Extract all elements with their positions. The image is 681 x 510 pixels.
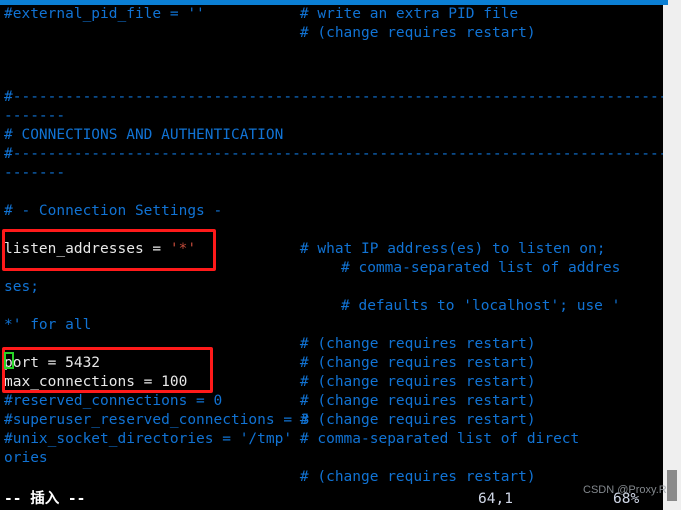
editor-line: ------- xyxy=(4,108,66,124)
editor-line: ories xyxy=(4,450,48,466)
editor-line: # (change requires restart) xyxy=(299,355,536,371)
editor-line: # what IP address(es) to listen on; xyxy=(299,241,606,257)
status-bar: -- 插入 -- 64,1 68% xyxy=(0,488,663,510)
editor-line: # (change requires restart) xyxy=(299,469,536,485)
editor-line: # - Connection Settings - xyxy=(4,203,223,219)
terminal-editor-viewport[interactable]: #external_pid_file = '' # write an extra … xyxy=(0,5,663,510)
screenshot-root: #external_pid_file = '' # write an extra … xyxy=(0,0,681,510)
status-mode-label: -- 插入 -- xyxy=(4,491,86,507)
editor-line: # comma-separated list of direct xyxy=(299,431,580,447)
setting-key: listen_addresses = xyxy=(4,241,170,257)
editor-line: #superuser_reserved_connections = 3 xyxy=(4,412,310,428)
editor-line: # defaults to 'localhost'; use ' xyxy=(341,298,621,314)
editor-line: # (change requires restart) xyxy=(299,336,536,352)
editor-line: #unix_socket_directories = '/tmp' xyxy=(4,431,293,447)
setting-value: '*' xyxy=(169,241,197,257)
editor-line: # CONNECTIONS AND AUTHENTICATION xyxy=(4,127,284,143)
editor-line: # comma-separated list of addres xyxy=(341,260,621,276)
setting-max-connections[interactable]: max_connections = 100 xyxy=(4,373,187,392)
status-cursor-position: 64,1 xyxy=(478,491,513,507)
editor-line: ses; xyxy=(4,279,39,295)
vertical-scrollbar[interactable] xyxy=(663,5,681,510)
editor-line: #---------------------------------------… xyxy=(4,146,663,162)
setting-port[interactable]: port = 5432 xyxy=(4,354,100,373)
editor-line: #external_pid_file = '' xyxy=(4,6,205,22)
editor-line: # (change requires restart) xyxy=(299,25,536,41)
editor-line: *' for all xyxy=(4,317,92,333)
setting-listen-addresses[interactable]: listen_addresses = '*' xyxy=(4,240,196,259)
editor-line: #---------------------------------------… xyxy=(4,89,663,105)
scrollbar-thumb[interactable] xyxy=(667,470,677,501)
editor-line: # (change requires restart) xyxy=(299,393,536,409)
editor-line: # (change requires restart) xyxy=(299,374,536,390)
editor-line: ------- xyxy=(4,165,66,181)
editor-line: #reserved_connections = 0 xyxy=(4,393,223,409)
editor-line: # (change requires restart) xyxy=(299,412,536,428)
editor-line: # write an extra PID file xyxy=(299,6,519,22)
text-cursor xyxy=(4,352,14,369)
status-scroll-percent: 68% xyxy=(613,491,640,507)
